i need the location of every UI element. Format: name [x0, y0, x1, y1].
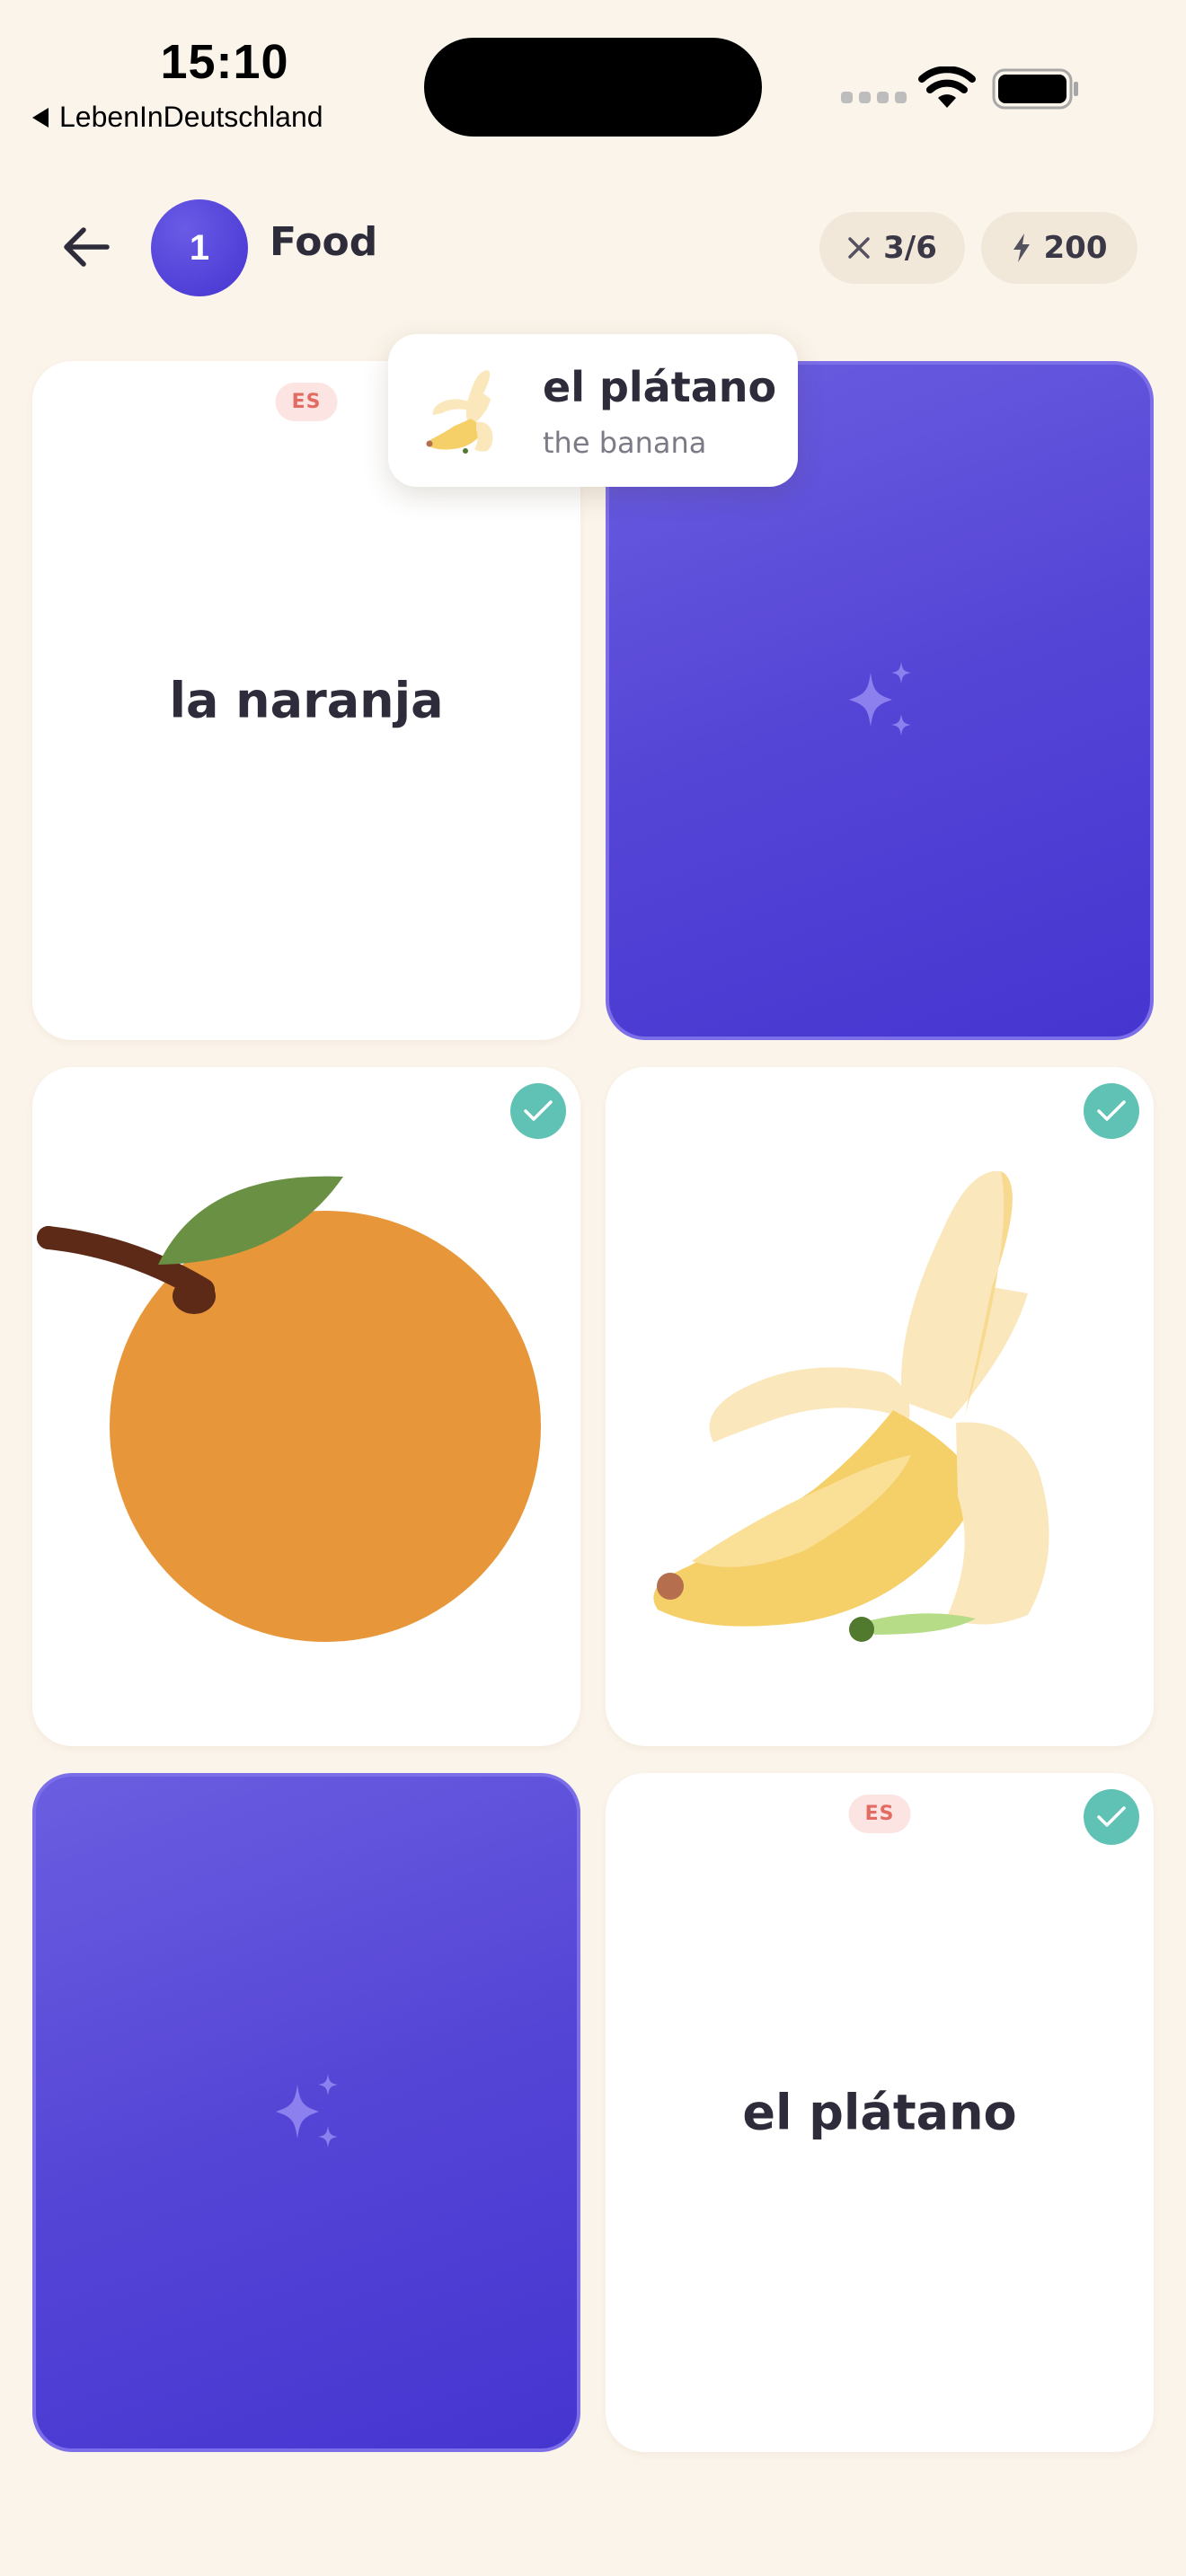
matched-check-icon: [1084, 1789, 1139, 1845]
language-tag: ES: [848, 1795, 911, 1833]
status-back-label: LebenInDeutschland: [59, 101, 323, 133]
dynamic-island: [424, 38, 762, 137]
lightning-icon: [1013, 234, 1030, 262]
card-face-down[interactable]: [32, 1773, 580, 2452]
xp-counter: 200: [981, 212, 1137, 284]
card-image-orange[interactable]: [32, 1067, 580, 1746]
orange-illustration: [37, 1176, 541, 1642]
card-word-text: la naranja: [169, 672, 444, 729]
status-back-to-app[interactable]: LebenInDeutschland: [32, 101, 323, 134]
wifi-icon: [918, 66, 976, 108]
level-badge: 1: [151, 199, 248, 296]
sparkles-icon: [276, 2074, 338, 2148]
language-tag: ES: [275, 383, 338, 421]
card-image-banana[interactable]: [606, 1067, 1154, 1746]
toast-translation: the banana: [543, 426, 707, 460]
back-button[interactable]: [58, 221, 115, 273]
status-time: 15:10: [160, 35, 289, 89]
back-triangle-icon: [32, 107, 49, 128]
errors-counter: 3/6: [819, 212, 965, 284]
match-toast: el plátano the banana: [388, 334, 798, 487]
cellular-signal-icon: [841, 92, 907, 103]
battery-icon: [992, 68, 1078, 110]
arrow-left-icon: [64, 227, 110, 267]
card-word-text: el plátano: [742, 2084, 1017, 2141]
close-x-icon: [848, 237, 870, 259]
banana-illustration: [653, 1170, 1049, 1642]
errors-count: 3/6: [883, 230, 937, 266]
topic-title: Food: [270, 219, 378, 265]
card-word-el-platano[interactable]: ES el plátano: [606, 1773, 1154, 2452]
sparkles-icon: [849, 662, 911, 736]
matched-check-icon: [510, 1083, 566, 1139]
matched-check-icon: [1084, 1083, 1139, 1139]
xp-count: 200: [1043, 230, 1108, 266]
toast-word: el plátano: [543, 363, 777, 411]
banana-icon: [426, 370, 493, 454]
